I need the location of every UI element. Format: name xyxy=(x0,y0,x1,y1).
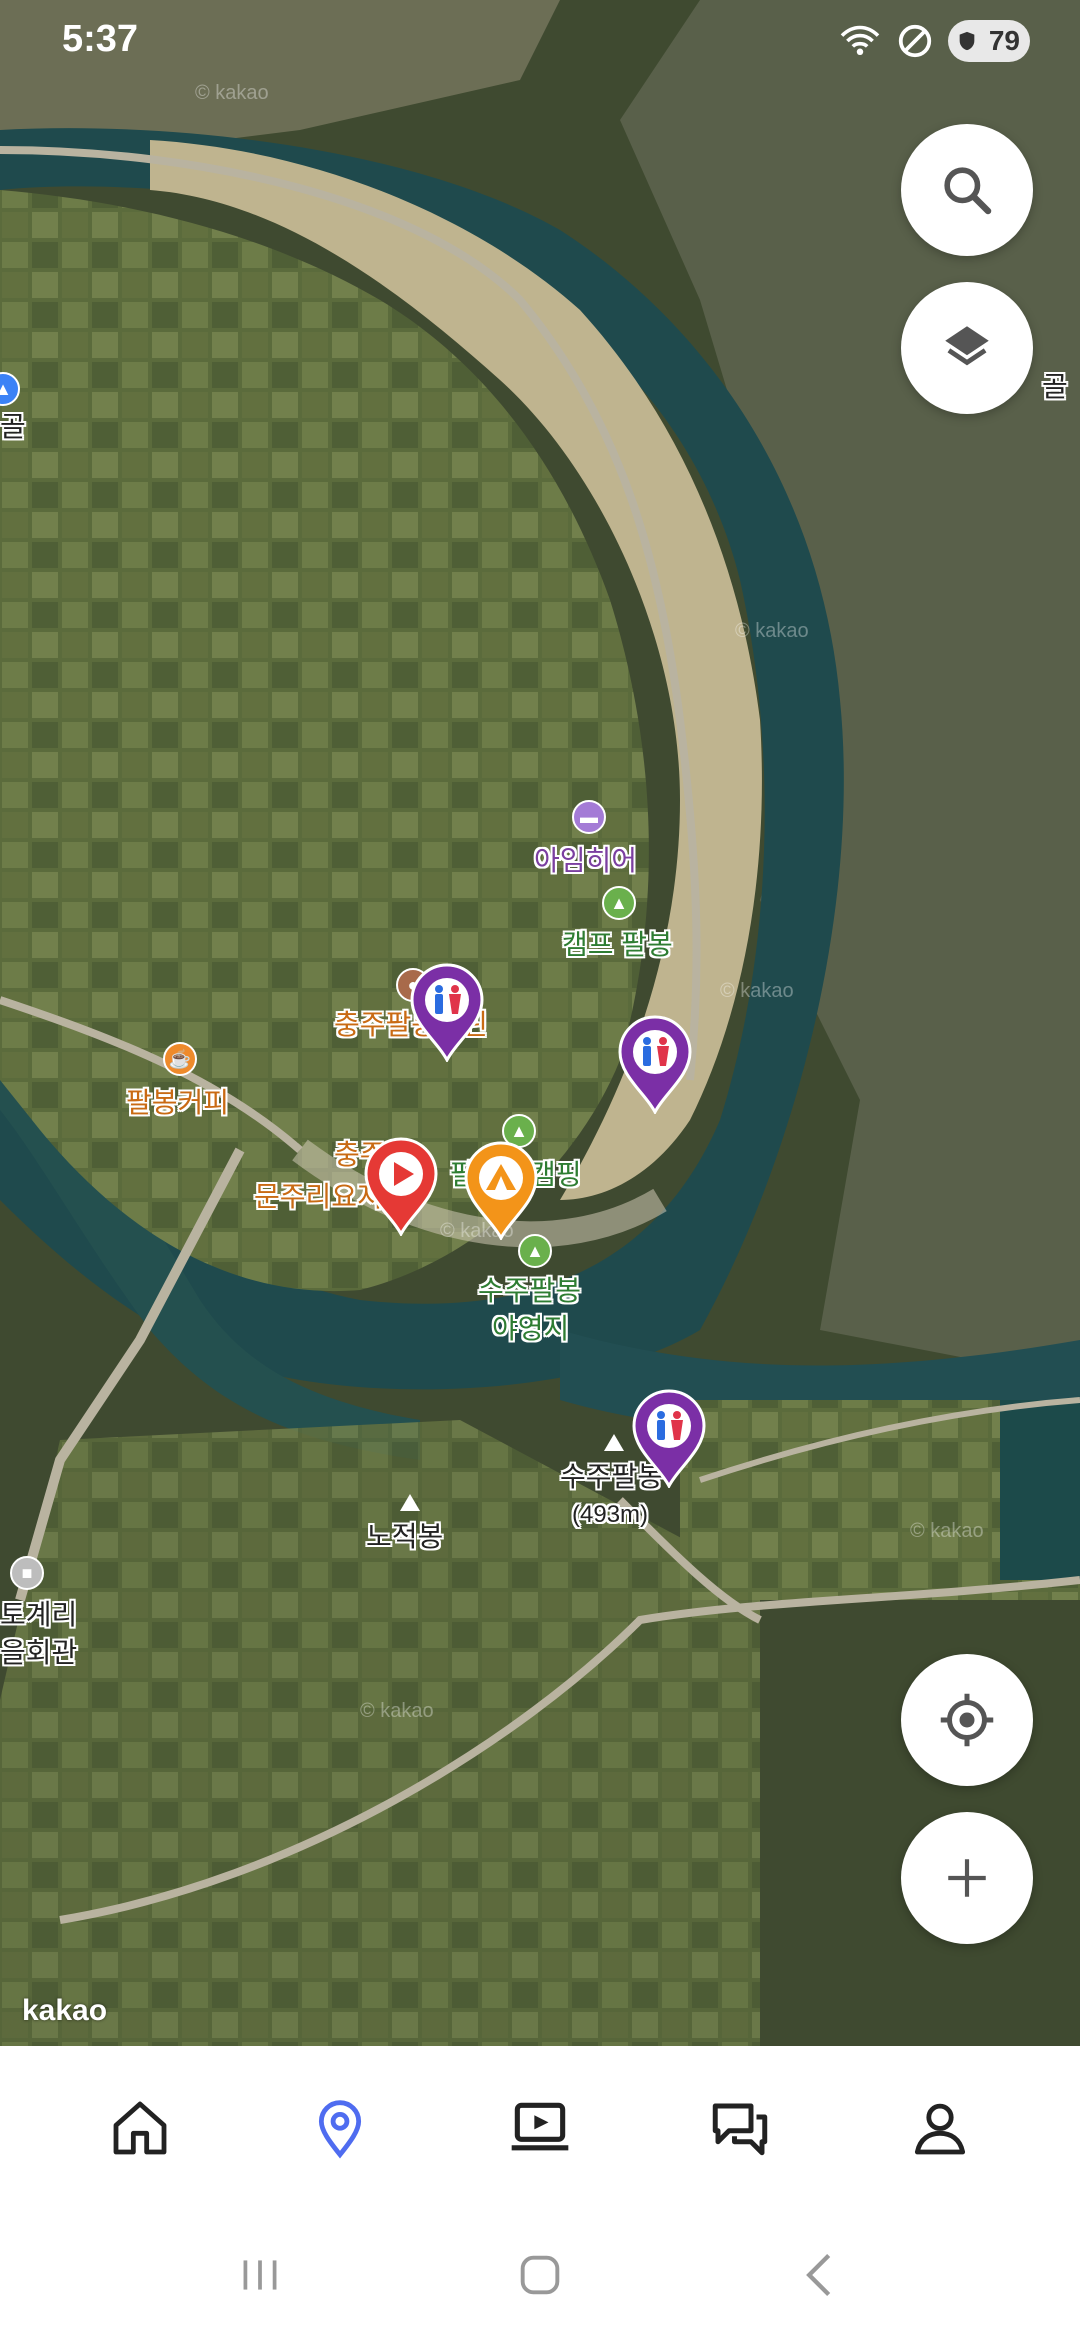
battery-icon xyxy=(959,31,975,51)
recent-apps-button[interactable] xyxy=(215,2230,305,2320)
lodging-icon[interactable]: ▬ xyxy=(572,800,606,834)
map-watermark: © kakao xyxy=(720,980,794,1002)
nav-map[interactable] xyxy=(280,2068,400,2188)
village-hall-icon[interactable]: ■ xyxy=(10,1556,44,1590)
video-icon xyxy=(511,2102,569,2151)
search-button[interactable] xyxy=(901,124,1033,256)
back-button[interactable] xyxy=(775,2230,865,2320)
place-label-edge-right[interactable]: 골 xyxy=(1042,372,1068,402)
video-pin-icon[interactable] xyxy=(362,1136,440,1236)
nav-chat[interactable] xyxy=(680,2068,800,2188)
status-bar: 5:37 79 xyxy=(0,0,1080,80)
place-label-togyeri-2[interactable]: 을회관 xyxy=(0,1638,77,1668)
status-icons: 79 xyxy=(838,20,1030,62)
place-label-suju-campsite-2[interactable]: 야영지 xyxy=(492,1314,569,1344)
status-time: 5:37 xyxy=(62,18,139,60)
map-watermark: © kakao xyxy=(360,1700,434,1722)
place-label-togyeri-1[interactable]: 토계리 xyxy=(0,1600,77,1630)
map-watermark: © kakao xyxy=(195,82,269,104)
system-navigation-bar xyxy=(0,2210,1080,2340)
chat-icon xyxy=(712,2103,768,2156)
nav-video[interactable] xyxy=(480,2068,600,2188)
place-label-edge-left[interactable]: 골 xyxy=(0,412,26,442)
restroom-pin-icon[interactable] xyxy=(630,1388,708,1488)
place-label-palbong-coffee[interactable]: 팔봉커피 xyxy=(126,1088,229,1118)
restroom-pin-icon[interactable] xyxy=(616,1014,694,1114)
place-label-suju-campsite-1[interactable]: 수주팔봉 xyxy=(478,1276,581,1306)
home-circle-icon xyxy=(520,2255,560,2295)
wifi-icon xyxy=(840,25,880,56)
zoom-in-button[interactable] xyxy=(901,1812,1033,1944)
do-not-disturb-icon xyxy=(898,24,932,58)
map-watermark: © kakao xyxy=(735,620,809,642)
recent-apps-icon xyxy=(243,2260,277,2290)
map-pin-icon xyxy=(318,2100,362,2159)
bottom-navigation xyxy=(0,2046,1080,2210)
home-icon xyxy=(113,2101,167,2155)
battery-level: 79 xyxy=(988,25,1020,56)
plus-icon xyxy=(948,1859,986,1897)
search-icon xyxy=(944,167,992,215)
place-label-nojeokbong[interactable]: 노적봉 xyxy=(366,1522,443,1552)
map-watermark: © kakao xyxy=(910,1520,984,1542)
layers-button[interactable] xyxy=(901,282,1033,414)
campsite-pin-icon[interactable] xyxy=(462,1140,540,1240)
peak-icon xyxy=(604,1434,624,1451)
profile-icon xyxy=(914,2103,966,2155)
layers-icon xyxy=(945,326,989,366)
nav-home[interactable] xyxy=(80,2068,200,2188)
system-home-button[interactable] xyxy=(495,2230,585,2320)
battery-indicator: 79 xyxy=(948,20,1030,62)
place-label-camp-palbong[interactable]: 캠프 팔봉 xyxy=(562,930,673,960)
back-icon xyxy=(806,2253,831,2297)
place-label-aimhieo[interactable]: 아임히어 xyxy=(534,846,637,876)
peak-icon xyxy=(400,1494,420,1511)
restroom-pin-icon[interactable] xyxy=(408,962,486,1062)
locate-icon xyxy=(940,1693,994,1747)
kakao-attribution[interactable]: kakao xyxy=(22,1994,107,2028)
campsite-icon[interactable]: ▲ xyxy=(602,886,636,920)
place-label-suju-elev: (493m) xyxy=(572,1501,649,1528)
my-location-button[interactable] xyxy=(901,1654,1033,1786)
cafe-icon[interactable]: ☕ xyxy=(163,1042,197,1076)
nav-profile[interactable] xyxy=(880,2068,1000,2188)
